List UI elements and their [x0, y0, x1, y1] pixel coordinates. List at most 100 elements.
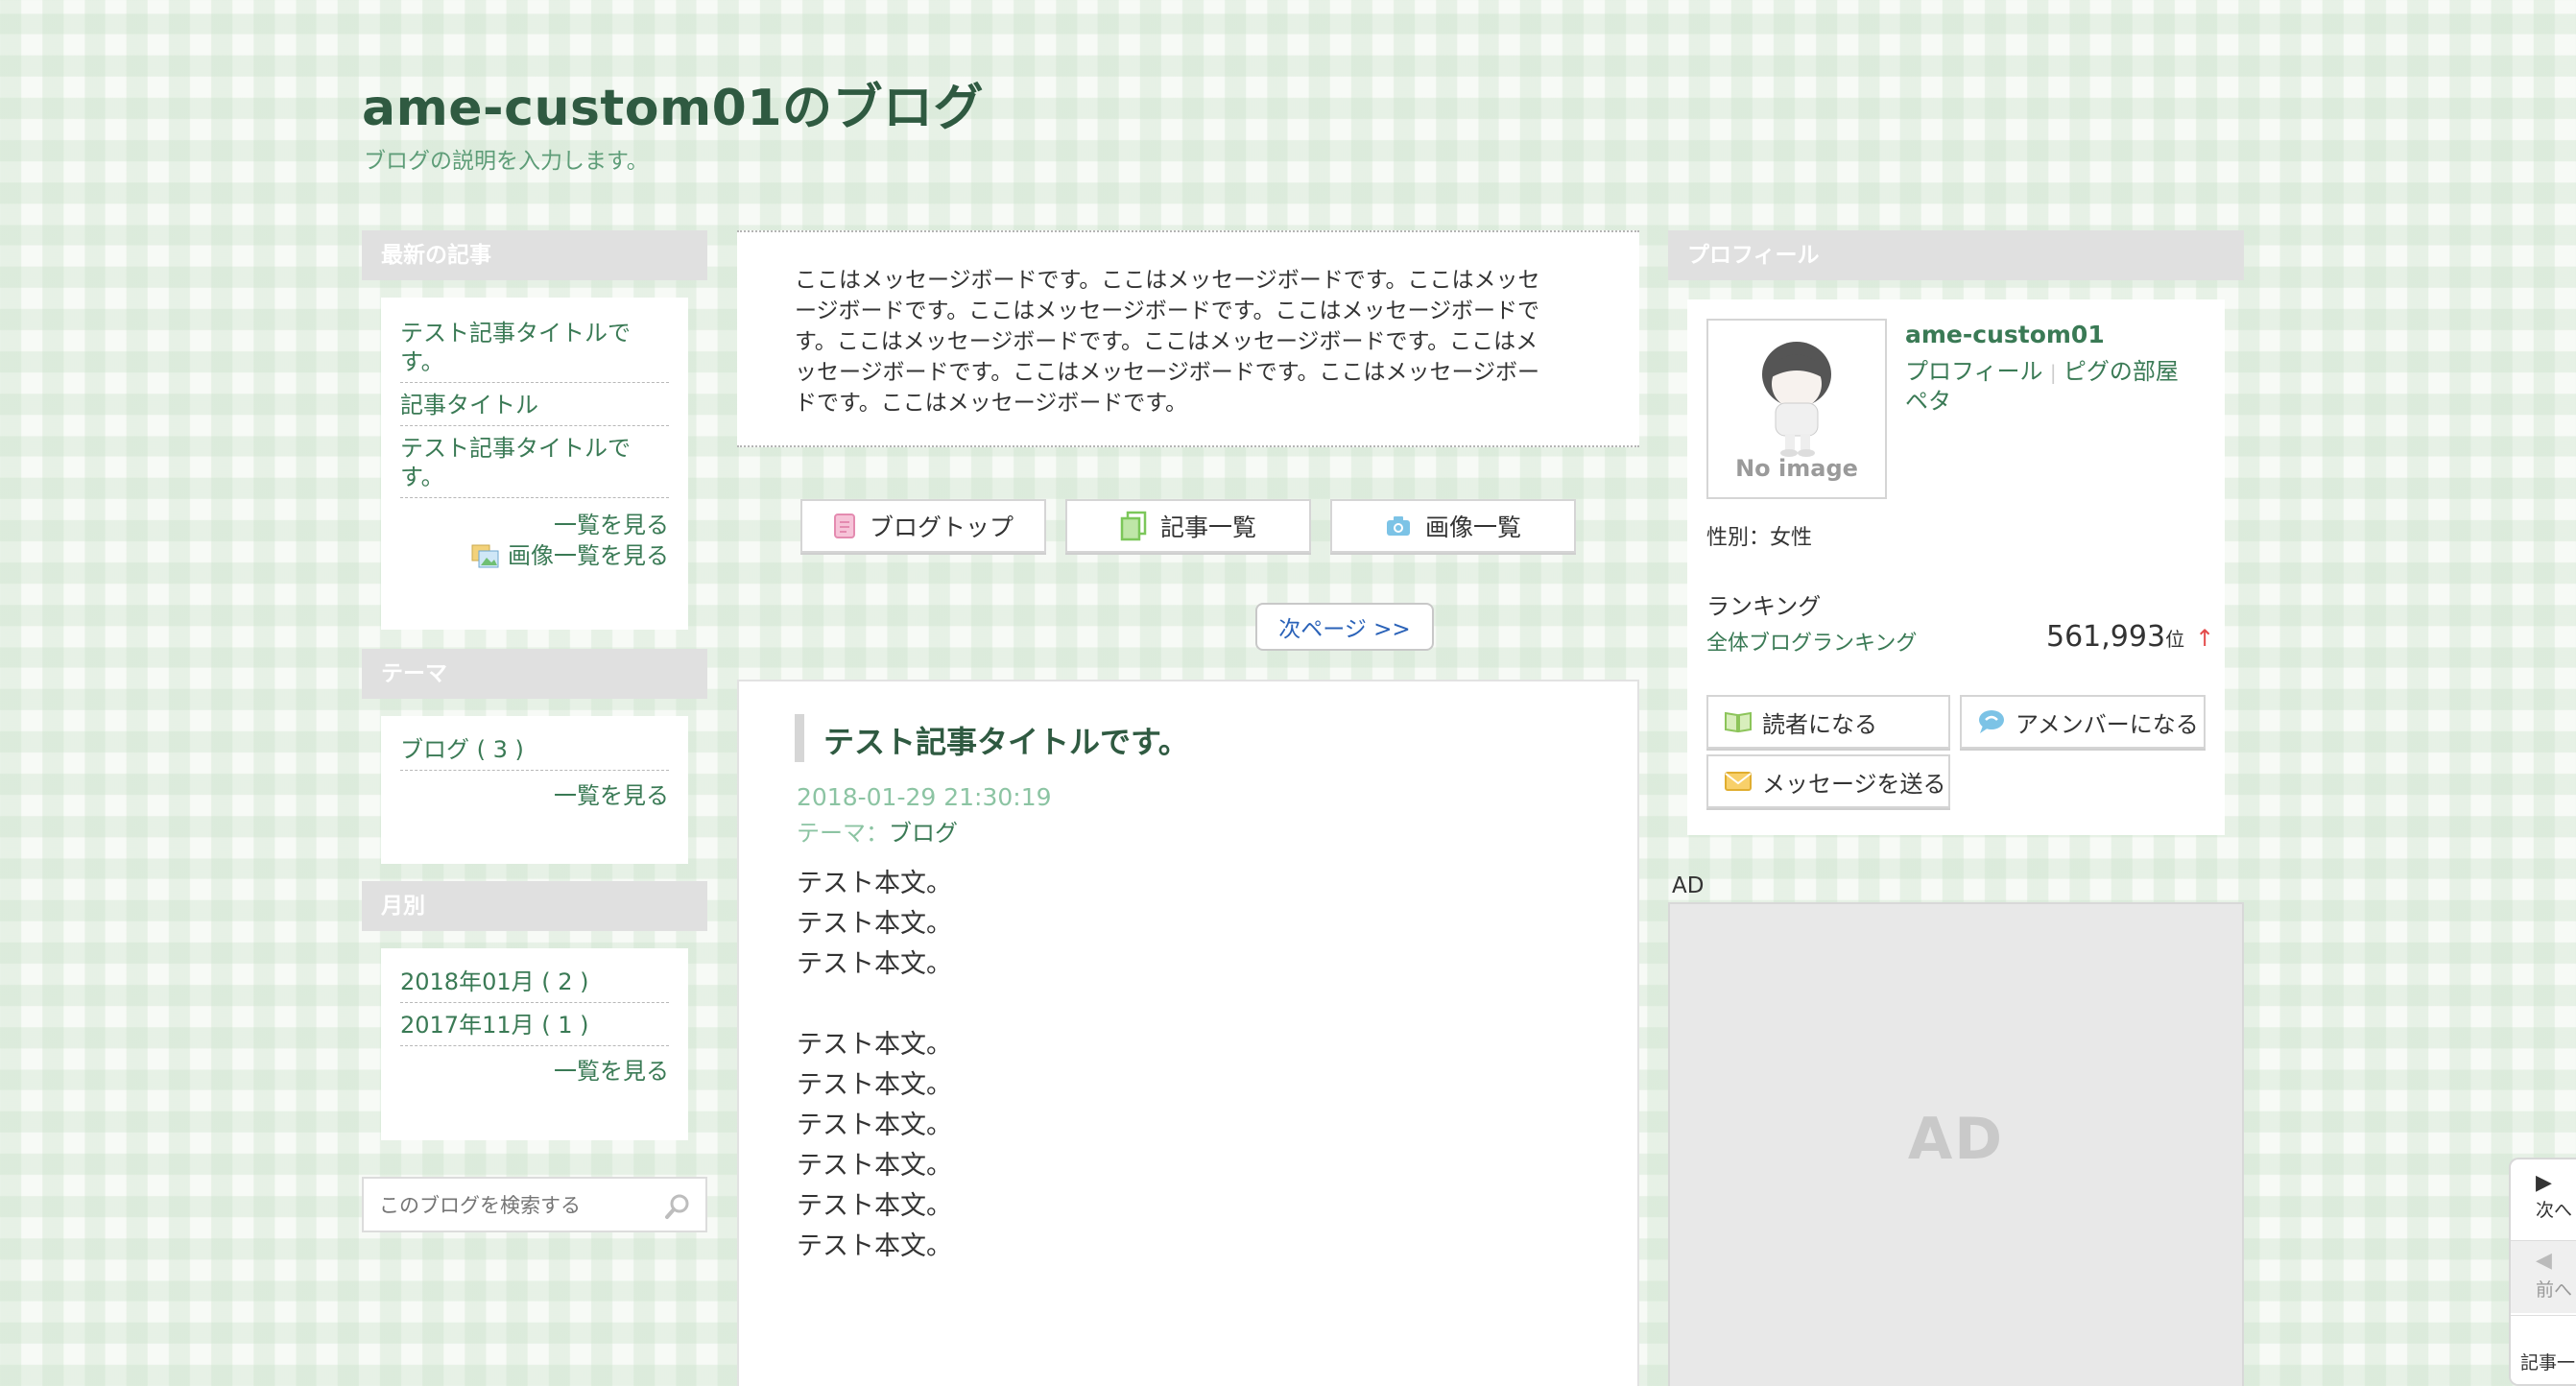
monthly-heading: 月別 [362, 881, 707, 931]
recent-article-link[interactable]: テスト記事タイトルで す。 [400, 426, 669, 498]
next-page-button[interactable]: 次ページ >> [1255, 603, 1434, 651]
article-body: テスト本文。 テスト本文。 テスト本文。 テスト本文。 テスト本文。 テスト本文… [797, 864, 952, 1267]
rank-up-arrow-icon: ↑ [2195, 625, 2215, 652]
search-input[interactable] [377, 1179, 659, 1232]
peta-link[interactable]: ペタ [1905, 388, 1951, 415]
message-board-line: す。ここはメッセージボードです。ここはメッセージボードです。ここはメ [795, 329, 1538, 354]
rank-number: 561,993 [2046, 620, 2166, 654]
message-board-line: ドです。ここはメッセージボードです。 [795, 391, 1187, 416]
message-board-line: ここはメッセージボードです。ここはメッセージボードです。ここはメッセ [795, 268, 1540, 293]
blog-title[interactable]: ame-custom01のブログ [362, 67, 984, 139]
become-amember-button[interactable]: アメンバーになる [1960, 695, 2206, 749]
send-message-button[interactable]: メッセージを送る [1706, 754, 1950, 808]
avatar[interactable]: No image [1706, 319, 1887, 499]
chat-bubble-icon [1979, 710, 2004, 733]
recent-articles-heading: 最新の記事 [362, 230, 707, 280]
article-body-line: テスト本文。 [797, 869, 952, 898]
prev-article-button[interactable]: ◀ 前へ [2511, 1240, 2576, 1313]
monthly-widget: 月別 2018年01月 ( 2 ) 2017年11月 ( 1 ) 一覧を見る [362, 881, 707, 1140]
recent-article-title-line1: テスト記事タイトルで [400, 320, 631, 346]
prev-arrow-icon: ◀ [2536, 1249, 2552, 1273]
theme-link[interactable]: ブログ ( 3 ) [400, 728, 669, 771]
search-icon[interactable] [663, 1192, 692, 1221]
article-list-icon [1120, 511, 1147, 541]
article-pager-tab: ▶ 次へ ◀ 前へ 記事一覧 [2509, 1158, 2576, 1386]
ad-placeholder-text: AD [1907, 1106, 2005, 1173]
image-list-icon [471, 544, 500, 569]
image-list-link[interactable]: 画像一覧を見る [400, 540, 669, 571]
article-body-line [797, 985, 952, 1025]
recent-article-link[interactable]: テスト記事タイトルで す。 [400, 311, 669, 383]
blog-top-button[interactable]: ブログトップ [800, 499, 1046, 553]
profile-gender: 性別：女性 [1706, 526, 1813, 550]
message-board-line: ッセージボードです。ここはメッセージボードです。ここはメッセージボー [795, 360, 1540, 385]
ranking-label: ランキング [1706, 593, 1822, 620]
article-list-tab-button[interactable]: 記事一覧 [2511, 1315, 2576, 1384]
monthly-box: 2018年01月 ( 2 ) 2017年11月 ( 1 ) 一覧を見る [381, 948, 688, 1140]
theme-heading: テーマ [362, 649, 707, 699]
article-list-label: 記事一覧 [1159, 514, 1256, 541]
recent-article-title-line1: 記事タイトル [400, 392, 538, 418]
month-link[interactable]: 2017年11月 ( 1 ) [400, 1003, 669, 1046]
monthly-more-link[interactable]: 一覧を見る [554, 1058, 669, 1085]
send-message-label: メッセージを送る [1762, 770, 1946, 798]
envelope-icon [1725, 772, 1752, 791]
theme-more-link[interactable]: 一覧を見る [554, 782, 669, 809]
become-reader-button[interactable]: 読者になる [1706, 695, 1950, 749]
no-image-label: No image [1735, 455, 1858, 482]
next-label: 次へ [2536, 1200, 2573, 1221]
pigg-room-link[interactable]: ピグの部屋 [2063, 358, 2179, 385]
article-body-line: テスト本文。 [797, 1191, 952, 1221]
article-theme-prefix: テーマ： [797, 820, 889, 847]
image-list-button[interactable]: 画像一覧 [1330, 499, 1576, 553]
recent-article-link[interactable]: 記事タイトル [400, 383, 669, 426]
message-board: ここはメッセージボードです。ここはメッセージボードです。ここはメッセ ージボード… [737, 230, 1639, 447]
ranking-link[interactable]: 全体ブログランキング [1706, 626, 1917, 657]
blog-description: ブログの説明を入力します。 [364, 149, 649, 174]
article-list-tab-label: 記事一覧 [2520, 1352, 2576, 1374]
link-separator: | [2049, 361, 2057, 384]
article-list-button[interactable]: 記事一覧 [1065, 499, 1311, 553]
article-title-accent [795, 714, 804, 762]
article-body-line: テスト本文。 [797, 1070, 952, 1100]
prev-label: 前へ [2536, 1279, 2573, 1301]
theme-widget: テーマ ブログ ( 3 ) 一覧を見る [362, 649, 707, 864]
recent-articles-widget: 最新の記事 テスト記事タイトルで す。 記事タイトル テスト記事タイトルで す。… [362, 230, 707, 630]
image-list-label: 画像一覧を見る [508, 542, 669, 569]
book-icon [1725, 711, 1752, 733]
article-card: テスト記事タイトルです。 2018-01-29 21:30:19 テーマ：ブログ… [737, 680, 1639, 1386]
article-body-line: テスト本文。 [797, 909, 952, 939]
recent-article-title-line2: す。 [400, 464, 444, 490]
message-board-line: ージボードです。ここはメッセージボードです。ここはメッセージボードで [795, 299, 1540, 323]
month-link[interactable]: 2018年01月 ( 2 ) [400, 960, 669, 1003]
blog-top-label: ブログトップ [869, 514, 1014, 541]
ad-slot[interactable]: AD [1668, 902, 2244, 1386]
profile-links: プロフィール | ピグの部屋 ペタ [1905, 357, 2222, 417]
become-reader-label: 読者になる [1762, 710, 1877, 738]
rank-unit: 位 [2165, 628, 2185, 651]
article-theme-link[interactable]: ブログ [889, 820, 958, 847]
blog-top-icon [833, 514, 855, 538]
article-body-line: テスト本文。 [797, 949, 952, 979]
image-list-label: 画像一覧 [1424, 514, 1521, 541]
profile-link[interactable]: プロフィール [1905, 358, 2043, 385]
profile-username[interactable]: ame-custom01 [1905, 321, 2105, 348]
theme-box: ブログ ( 3 ) 一覧を見る [381, 716, 688, 864]
ranking-value: 561,993位 ↑ [2046, 620, 2214, 654]
blog-search-box [362, 1177, 707, 1232]
article-date: 2018-01-29 21:30:19 [797, 783, 1052, 811]
article-body-line: テスト本文。 [797, 1151, 952, 1181]
become-amember-label: アメンバーになる [2015, 710, 2199, 738]
recent-articles-box: テスト記事タイトルで す。 記事タイトル テスト記事タイトルで す。 一覧を見る… [381, 298, 688, 630]
next-arrow-icon: ▶ [2536, 1171, 2552, 1195]
recent-article-title-line2: す。 [400, 348, 444, 375]
ad-label: AD [1672, 873, 1705, 898]
recent-more-link[interactable]: 一覧を見る [554, 512, 669, 538]
article-theme: テーマ：ブログ [797, 814, 958, 848]
article-body-line: テスト本文。 [797, 1030, 952, 1060]
article-body-line: テスト本文。 [797, 1111, 952, 1140]
article-title[interactable]: テスト記事タイトルです。 [823, 718, 1189, 762]
recent-article-title-line1: テスト記事タイトルで [400, 435, 631, 462]
camera-icon [1386, 516, 1410, 536]
next-article-button[interactable]: ▶ 次へ [2511, 1171, 2576, 1238]
